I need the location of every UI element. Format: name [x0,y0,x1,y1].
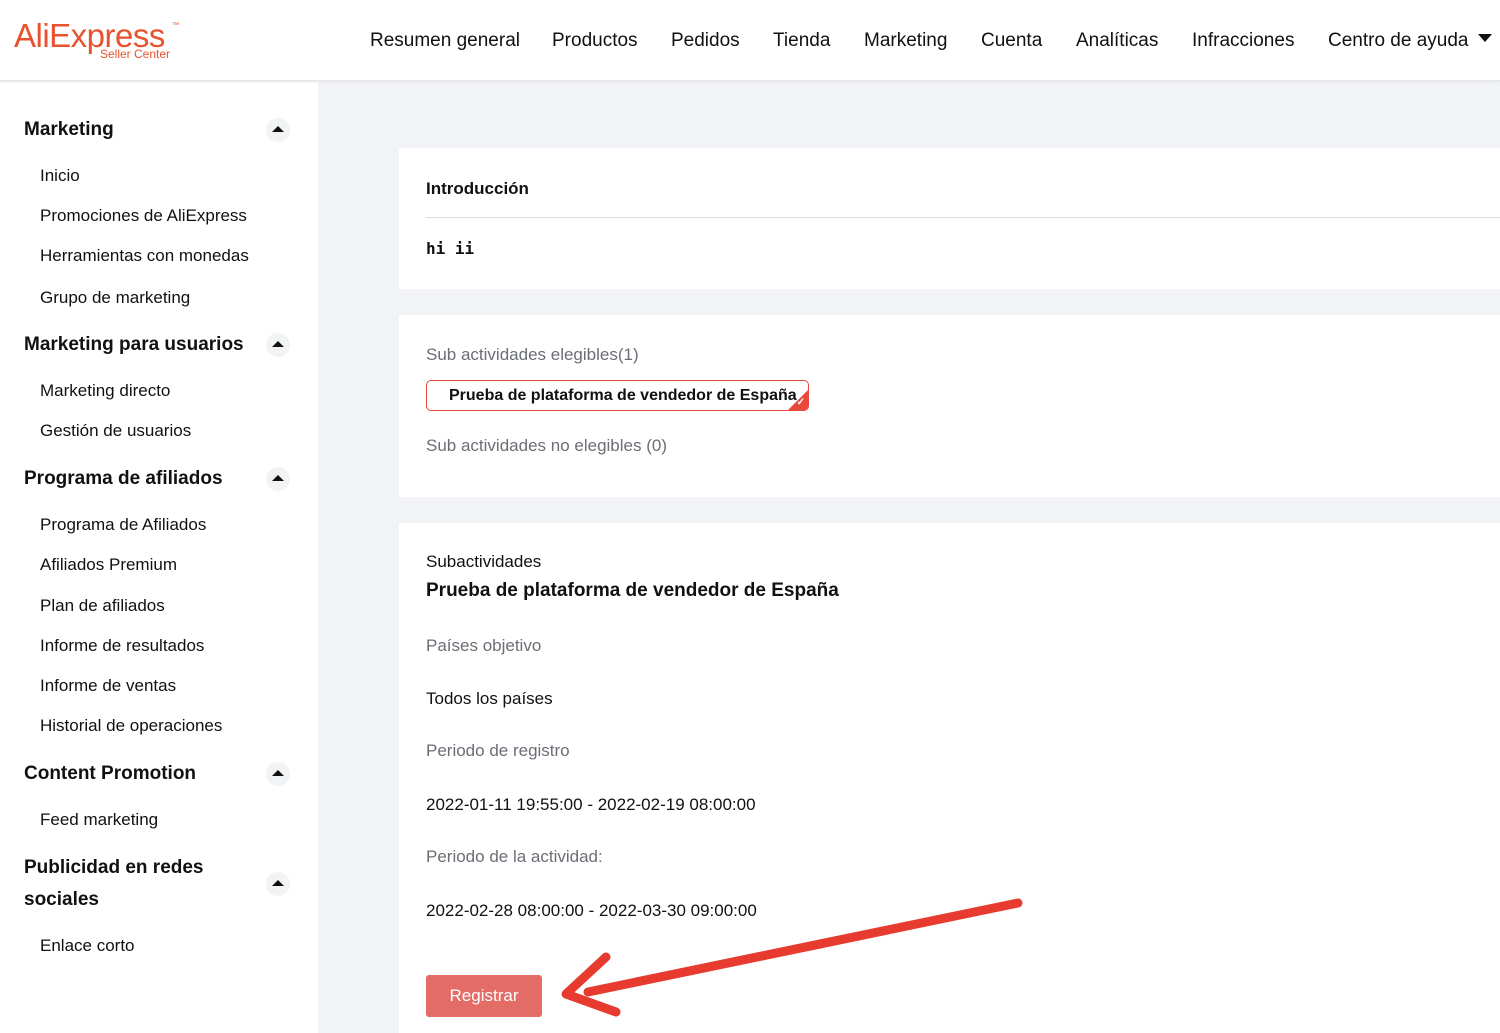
sidebar-item-inicio[interactable]: Inicio [40,166,80,186]
nav-tienda[interactable]: Tienda [773,0,830,81]
logo-trademark: ™ [172,22,179,29]
subactivity-name: Prueba de plataforma de vendedor de Espa… [426,580,839,601]
sidebar-item-plan-afiliados[interactable]: Plan de afiliados [40,596,165,616]
registration-period-value: 2022-01-11 19:55:00 - 2022-02-19 08:00:0… [426,795,756,814]
activity-period-label: Periodo de la actividad: [426,847,603,866]
collapse-caret-icon[interactable] [266,467,290,491]
eligible-subactivities-label: Sub actividades elegibles(1) [426,345,639,364]
chevron-down-icon[interactable] [1478,34,1492,42]
register-button[interactable]: Registrar [426,975,542,1017]
sidebar-item-informe-ventas[interactable]: Informe de ventas [40,676,176,696]
sidebar-item-herramientas-monedas[interactable]: Herramientas con monedas [40,246,249,266]
check-icon: ✓ [796,397,805,408]
subactivity-chip-selected[interactable]: Prueba de plataforma de vendedor de Espa… [426,380,809,411]
sidebar-item-marketing-directo[interactable]: Marketing directo [40,381,170,401]
sidebar-section-marketing[interactable]: Marketing [24,119,114,141]
sidebar-item-afiliados-premium[interactable]: Afiliados Premium [40,555,177,575]
sidebar-section-publicidad-redes-line2[interactable]: sociales [24,889,99,911]
subactivities-label: Subactividades [426,552,542,571]
intro-title: Introducción [426,179,529,198]
subactivity-card: Subactividades Prueba de plataforma de v… [399,523,1500,1033]
nav-analiticas[interactable]: Analíticas [1076,0,1158,81]
sidebar-section-marketing-usuarios[interactable]: Marketing para usuarios [24,334,244,356]
intro-card: Introducción hi ii [399,148,1500,289]
sidebar-item-feed-marketing[interactable]: Feed marketing [40,810,158,830]
nav-resumen-general[interactable]: Resumen general [370,0,520,81]
target-countries-label: Países objetivo [426,636,542,655]
target-countries-value: Todos los países [426,689,553,708]
sidebar-section-publicidad-redes[interactable]: Publicidad en redes [24,857,204,879]
eligibility-card: Sub actividades elegibles(1) Prueba de p… [399,315,1500,497]
sidebar-item-historial-operaciones[interactable]: Historial de operaciones [40,716,222,736]
sidebar: Marketing Inicio Promociones de AliExpre… [0,82,318,1033]
nav-infracciones[interactable]: Infracciones [1192,0,1294,81]
top-bar: AliExpress ™ Seller Center Resumen gener… [0,0,1500,81]
collapse-caret-icon[interactable] [266,872,290,896]
chip-label: Prueba de plataforma de vendedor de Espa… [449,386,797,404]
sidebar-item-informe-resultados[interactable]: Informe de resultados [40,636,204,656]
registration-period-label: Periodo de registro [426,741,570,760]
nav-centro-de-ayuda[interactable]: Centro de ayuda [1328,0,1469,81]
sidebar-item-grupo-marketing[interactable]: Grupo de marketing [40,288,190,308]
activity-period-value: 2022-02-28 08:00:00 - 2022-03-30 09:00:0… [426,901,757,920]
intro-text: hi ii [426,239,475,258]
nav-productos[interactable]: Productos [552,0,638,81]
divider [426,217,1500,218]
sidebar-item-gestion-usuarios[interactable]: Gestión de usuarios [40,421,191,441]
aliexpress-logo[interactable]: AliExpress ™ Seller Center [14,16,184,64]
nav-cuenta[interactable]: Cuenta [981,0,1042,81]
sidebar-item-promociones[interactable]: Promociones de AliExpress [40,206,247,226]
collapse-caret-icon[interactable] [266,762,290,786]
sidebar-item-enlace-corto[interactable]: Enlace corto [40,936,135,956]
not-eligible-subactivities-label: Sub actividades no elegibles (0) [426,436,667,455]
collapse-caret-icon[interactable] [266,333,290,357]
sidebar-item-programa-afiliados[interactable]: Programa de Afiliados [40,515,206,535]
nav-pedidos[interactable]: Pedidos [671,0,740,81]
sidebar-section-programa-afiliados[interactable]: Programa de afiliados [24,468,223,490]
collapse-caret-icon[interactable] [266,118,290,142]
sidebar-section-content-promotion[interactable]: Content Promotion [24,763,196,785]
nav-marketing[interactable]: Marketing [864,0,947,81]
logo-subtitle: Seller Center [100,47,171,61]
